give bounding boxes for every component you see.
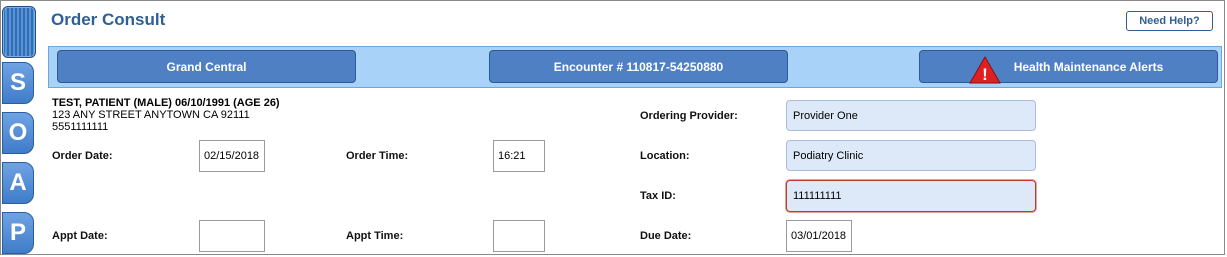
tab-a[interactable]: A bbox=[2, 162, 34, 204]
patient-name: TEST, PATIENT (MALE) 06/10/1991 (AGE 26) bbox=[52, 97, 280, 109]
appt-date-field[interactable] bbox=[199, 220, 265, 252]
warning-mark: ! bbox=[982, 65, 988, 84]
due-date-label: Due Date: bbox=[640, 230, 692, 242]
tab-o[interactable]: O bbox=[2, 112, 34, 154]
grand-central-button[interactable]: Grand Central bbox=[57, 50, 356, 83]
order-time-field[interactable]: 16:21 bbox=[493, 140, 545, 172]
ordering-provider-field[interactable]: Provider One bbox=[786, 100, 1036, 131]
health-maintenance-alerts-button[interactable]: ! Health Maintenance Alerts bbox=[919, 50, 1218, 84]
need-help-button[interactable]: Need Help? bbox=[1126, 11, 1213, 31]
due-date-field[interactable]: 03/01/2018 bbox=[786, 220, 852, 252]
tax-id-field[interactable]: 111111111 bbox=[786, 180, 1036, 212]
patient-address: 123 ANY STREET ANYTOWN CA 92111 bbox=[52, 109, 250, 121]
location-label: Location: bbox=[640, 150, 690, 162]
tab-p[interactable]: P bbox=[2, 212, 34, 254]
order-time-label: Order Time: bbox=[346, 150, 409, 162]
sidebar-toggle[interactable] bbox=[2, 6, 36, 58]
appt-time-label: Appt Time: bbox=[346, 230, 404, 242]
patient-info: TEST, PATIENT (MALE) 06/10/1991 (AGE 26)… bbox=[52, 97, 280, 133]
appt-date-label: Appt Date: bbox=[52, 230, 108, 242]
location-field[interactable]: Podiatry Clinic bbox=[786, 140, 1036, 171]
tax-id-label: Tax ID: bbox=[640, 190, 676, 202]
order-date-field[interactable]: 02/15/2018 bbox=[199, 140, 265, 172]
patient-phone: 5551111111 bbox=[52, 121, 109, 133]
appt-time-field[interactable] bbox=[493, 220, 545, 252]
tab-s[interactable]: S bbox=[2, 62, 34, 104]
header-bar: Grand Central Encounter # 110817-5425088… bbox=[48, 46, 1222, 88]
ordering-provider-label: Ordering Provider: bbox=[640, 110, 738, 122]
health-alerts-label: Health Maintenance Alerts bbox=[1013, 59, 1164, 74]
page-title: Order Consult bbox=[51, 10, 166, 29]
encounter-button[interactable]: Encounter # 110817-54250880 bbox=[489, 50, 788, 83]
warning-triangle-icon: ! bbox=[969, 56, 1001, 84]
order-date-label: Order Date: bbox=[52, 150, 113, 162]
